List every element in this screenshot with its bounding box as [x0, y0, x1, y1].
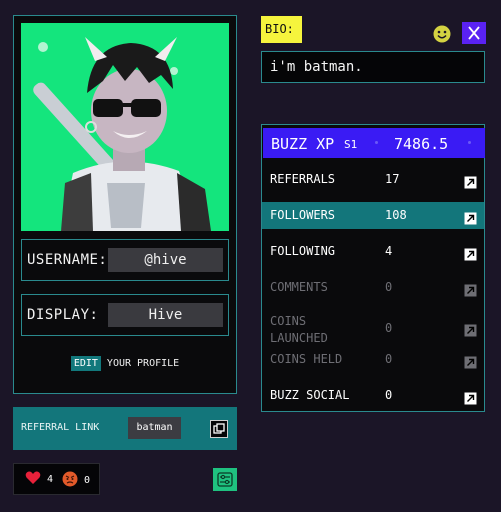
- stat-value: 0: [385, 352, 393, 366]
- angry-reaction[interactable]: 0: [62, 471, 90, 487]
- angry-count: 0: [84, 475, 91, 486]
- referral-code[interactable]: batman: [128, 417, 181, 439]
- stat-label: REFERRALS: [270, 172, 336, 186]
- stat-row-comments: COMMENTS 0: [262, 274, 484, 300]
- avatar: [21, 23, 229, 231]
- external-link-icon: [464, 354, 477, 369]
- bio-text: i'm batman.: [261, 51, 485, 83]
- buzz-xp-value: 7486.5: [394, 135, 449, 153]
- username-value: @hive: [108, 248, 223, 272]
- stat-row-buzz-social[interactable]: BUZZ SOCIAL 0: [262, 382, 484, 408]
- external-link-icon[interactable]: [464, 390, 477, 405]
- stat-label: FOLLOWING: [270, 244, 336, 258]
- external-link-icon[interactable]: [464, 246, 477, 261]
- stat-row-following[interactable]: FOLLOWING 4: [262, 238, 484, 264]
- referral-link-bar: REFERRAL LINK batman: [13, 407, 237, 450]
- bio-label: BIO:: [261, 16, 302, 43]
- stat-label: COMMENTS: [270, 280, 328, 294]
- username-label: USERNAME:: [27, 252, 108, 268]
- stat-label: FOLLOWERS: [270, 208, 336, 222]
- edit-profile-row: EDIT YOUR PROFILE: [14, 356, 236, 371]
- stat-row-coins-launched: COINS LAUNCHED 0: [262, 309, 484, 345]
- username-field: USERNAME: @hive: [21, 239, 229, 281]
- external-link-icon: [464, 322, 477, 337]
- dot-separator: [375, 141, 378, 144]
- stat-value: 4: [385, 244, 393, 258]
- display-field: DISPLAY: Hive: [21, 294, 229, 336]
- profile-card: USERNAME: @hive DISPLAY: Hive EDIT YOUR P…: [13, 15, 237, 394]
- display-label: DISPLAY:: [27, 307, 99, 323]
- stat-label: COINS HELD: [270, 352, 343, 366]
- stat-value: 0: [385, 280, 393, 294]
- heart-count: 4: [47, 474, 54, 485]
- external-link-icon[interactable]: [464, 174, 477, 189]
- display-value: Hive: [108, 303, 223, 327]
- copy-icon[interactable]: [210, 420, 228, 438]
- sliders-icon: [217, 472, 233, 487]
- stat-value: 0: [385, 388, 393, 402]
- buzz-xp-season: S1: [344, 138, 358, 151]
- filter-settings-button[interactable]: [213, 468, 237, 491]
- buzz-xp-title: BUZZ XP: [271, 135, 335, 153]
- stat-value: 108: [385, 208, 407, 222]
- angry-face-icon: [62, 471, 78, 487]
- referral-link-label: REFERRAL LINK: [21, 422, 100, 433]
- buzz-xp-header: BUZZ XP S1 7486.5: [263, 128, 485, 158]
- stat-row-coins-held: COINS HELD 0: [262, 346, 484, 372]
- x-logo-icon: [468, 26, 480, 40]
- stat-value: 0: [385, 321, 393, 335]
- smiley-icon[interactable]: [433, 25, 451, 43]
- stat-label: BUZZ SOCIAL: [270, 388, 350, 402]
- heart-icon: [25, 471, 41, 484]
- stat-label: COINS LAUNCHED: [270, 314, 328, 345]
- stat-row-followers[interactable]: FOLLOWERS 108: [262, 202, 484, 229]
- stats-panel: BUZZ XP S1 7486.5 REFERRALS 17 FOLLOWERS…: [261, 124, 485, 412]
- stat-value: 17: [385, 172, 400, 186]
- edit-profile-text: YOUR PROFILE: [106, 358, 180, 369]
- external-link-icon[interactable]: [464, 210, 477, 225]
- x-social-button[interactable]: [462, 22, 486, 44]
- external-link-icon: [464, 282, 477, 297]
- edit-profile-button[interactable]: EDIT: [70, 356, 101, 371]
- dot-separator: [468, 141, 471, 144]
- heart-reaction[interactable]: 4: [25, 471, 53, 485]
- reactions-bar: 4 0: [13, 463, 100, 495]
- stat-row-referrals[interactable]: REFERRALS 17: [262, 165, 484, 191]
